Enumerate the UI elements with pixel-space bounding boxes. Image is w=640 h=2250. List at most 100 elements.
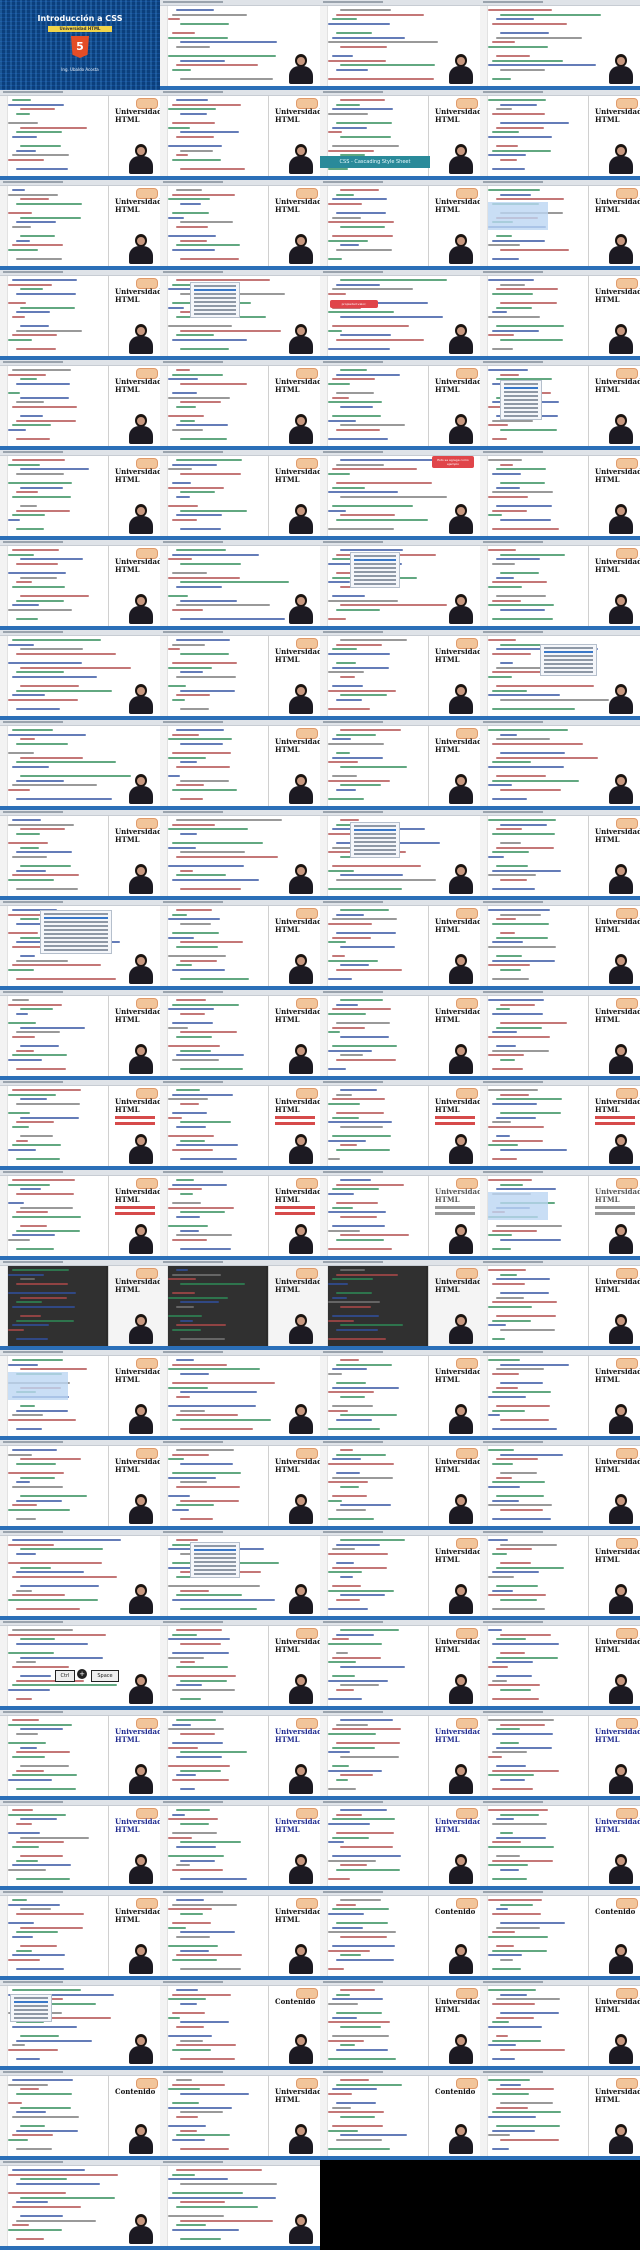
video-frame-thumbnail[interactable]: Contenido [0, 2070, 160, 2160]
autocomplete-item[interactable] [194, 309, 236, 311]
code-editor[interactable] [8, 276, 106, 356]
autocomplete-item[interactable] [194, 289, 236, 291]
video-frame-thumbnail[interactable]: Universidad HTML [480, 90, 640, 180]
code-editor[interactable] [488, 1896, 586, 1976]
code-editor[interactable] [168, 1806, 266, 1886]
video-frame-thumbnail[interactable]: Universidad HTML [0, 90, 160, 180]
video-frame-thumbnail[interactable]: Universidad HTML [160, 1620, 320, 1710]
code-editor[interactable] [328, 1356, 426, 1436]
video-frame-thumbnail[interactable]: Universidad HTML [320, 1800, 480, 1890]
autocomplete-item[interactable] [14, 2017, 48, 2019]
code-editor[interactable] [488, 1806, 586, 1886]
code-editor[interactable] [328, 186, 426, 266]
code-editor[interactable] [328, 996, 426, 1076]
video-frame-thumbnail[interactable]: Universidad HTML [160, 990, 320, 1080]
autocomplete-item[interactable] [194, 1561, 236, 1563]
video-frame-thumbnail[interactable] [160, 0, 320, 90]
autocomplete-item[interactable] [544, 647, 593, 649]
video-frame-thumbnail[interactable]: Universidad HTML [320, 1620, 480, 1710]
autocomplete-popup[interactable] [350, 822, 400, 858]
video-frame-thumbnail[interactable]: Universidad HTML [320, 1710, 480, 1800]
code-editor[interactable] [8, 546, 106, 626]
video-frame-thumbnail[interactable]: Universidad HTML [0, 1800, 160, 1890]
autocomplete-item[interactable] [354, 849, 396, 851]
autocomplete-item[interactable] [354, 559, 396, 561]
autocomplete-item[interactable] [354, 579, 396, 581]
autocomplete-popup[interactable] [190, 1542, 240, 1578]
video-frame-thumbnail[interactable] [0, 1980, 160, 2070]
code-editor[interactable] [8, 186, 106, 266]
code-editor[interactable] [328, 1716, 426, 1796]
video-frame-thumbnail[interactable]: Universidad HTML [480, 1980, 640, 2070]
video-frame-thumbnail[interactable]: Universidad HTML [480, 2070, 640, 2160]
autocomplete-item[interactable] [544, 663, 593, 665]
autocomplete-popup[interactable] [40, 910, 112, 954]
video-frame-thumbnail[interactable] [0, 900, 160, 990]
code-editor[interactable] [488, 546, 586, 626]
code-editor[interactable] [168, 456, 266, 536]
autocomplete-item[interactable] [354, 555, 396, 557]
video-frame-thumbnail[interactable]: Universidad HTML [480, 1620, 640, 1710]
video-frame-thumbnail[interactable] [160, 2160, 320, 2250]
autocomplete-item[interactable] [14, 1997, 48, 1999]
video-frame-thumbnail[interactable]: Universidad HTML [320, 360, 480, 450]
autocomplete-item[interactable] [354, 575, 396, 577]
autocomplete-item[interactable] [44, 921, 108, 923]
code-editor[interactable] [168, 1086, 266, 1166]
autocomplete-item[interactable] [504, 383, 538, 385]
video-frame-thumbnail[interactable]: Universidad HTML [0, 1170, 160, 1260]
code-editor[interactable] [8, 366, 106, 446]
autocomplete-item[interactable] [544, 671, 593, 673]
autocomplete-item[interactable] [194, 293, 236, 295]
code-editor[interactable] [488, 96, 586, 176]
code-editor[interactable] [168, 1626, 266, 1706]
video-frame-thumbnail[interactable]: Universidad HTML [480, 1170, 640, 1260]
autocomplete-item[interactable] [44, 933, 108, 935]
video-frame-thumbnail[interactable]: Universidad HTML [160, 1440, 320, 1530]
video-frame-thumbnail[interactable]: Universidad HTML [160, 1800, 320, 1890]
code-editor[interactable] [168, 366, 266, 446]
code-editor[interactable] [488, 906, 586, 986]
video-frame-thumbnail[interactable]: Universidad HTML [160, 1260, 320, 1350]
code-editor[interactable] [168, 636, 266, 716]
autocomplete-item[interactable] [354, 825, 396, 827]
video-frame-thumbnail[interactable]: Universidad HTML [480, 1260, 640, 1350]
video-frame-thumbnail[interactable]: Universidad HTML [320, 180, 480, 270]
code-editor[interactable] [8, 1266, 106, 1346]
code-editor[interactable] [168, 906, 266, 986]
code-editor[interactable] [8, 456, 106, 536]
video-frame-thumbnail[interactable]: Universidad HTML [0, 1260, 160, 1350]
autocomplete-item[interactable] [194, 1565, 236, 1567]
video-frame-thumbnail[interactable]: Universidad HTML [480, 990, 640, 1080]
autocomplete-item[interactable] [504, 403, 538, 405]
autocomplete-item[interactable] [504, 399, 538, 401]
autocomplete-item[interactable] [194, 1569, 236, 1571]
video-frame-thumbnail[interactable] [160, 540, 320, 630]
code-editor[interactable] [168, 1986, 266, 2066]
video-frame-thumbnail[interactable] [480, 630, 640, 720]
autocomplete-item[interactable] [504, 387, 538, 389]
video-frame-thumbnail[interactable]: Universidad HTML [480, 1440, 640, 1530]
autocomplete-item[interactable] [194, 305, 236, 307]
autocomplete-item[interactable] [354, 833, 396, 835]
autocomplete-item[interactable] [354, 837, 396, 839]
code-editor[interactable] [488, 276, 586, 356]
code-editor[interactable] [488, 996, 586, 1076]
video-frame-thumbnail[interactable]: Ctrl + Space [0, 1620, 160, 1710]
autocomplete-item[interactable] [504, 391, 538, 393]
video-frame-thumbnail[interactable]: Universidad HTML [0, 450, 160, 540]
autocomplete-item[interactable] [44, 941, 108, 943]
video-frame-thumbnail[interactable]: Contenido [320, 2070, 480, 2160]
video-frame-thumbnail[interactable] [320, 810, 480, 900]
autocomplete-item[interactable] [44, 949, 108, 951]
video-frame-thumbnail[interactable]: Universidad HTML [480, 360, 640, 450]
autocomplete-item[interactable] [194, 1553, 236, 1555]
video-frame-thumbnail[interactable] [0, 720, 160, 810]
video-frame-thumbnail[interactable]: Universidad HTML [320, 720, 480, 810]
autocomplete-item[interactable] [194, 1557, 236, 1559]
autocomplete-item[interactable] [354, 563, 396, 565]
autocomplete-item[interactable] [504, 411, 538, 413]
video-frame-thumbnail[interactable]: Esto se agrega como ejemplo [320, 450, 480, 540]
code-editor[interactable] [328, 1626, 426, 1706]
code-editor[interactable] [328, 1176, 426, 1256]
